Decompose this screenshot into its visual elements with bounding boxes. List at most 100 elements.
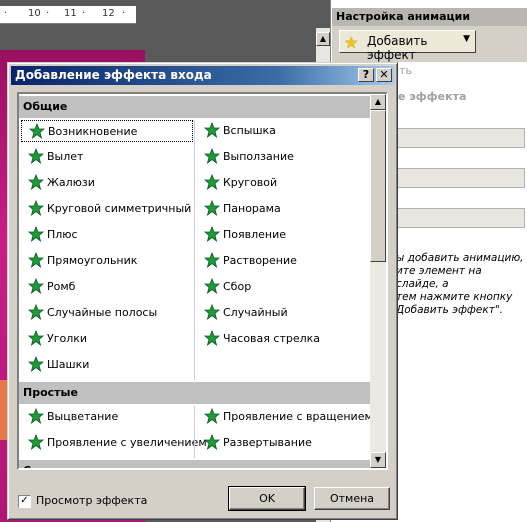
cancel-button[interactable]: Отмена (314, 487, 390, 510)
effect-item[interactable]: Вылет (21, 146, 193, 168)
effect-item-label: Возникновение (48, 125, 138, 138)
effects-list[interactable]: Общие Возникновение Вспышка Вылет Выползание… (17, 92, 388, 470)
chevron-down-icon: ▼ (463, 34, 470, 44)
green-star-icon (27, 303, 45, 321)
task-pane-field (396, 128, 525, 148)
ruler-mark: · (122, 8, 126, 19)
effect-item[interactable]: Плюс (21, 224, 193, 246)
ruler-mark: · (82, 8, 86, 19)
effect-item-label: Вылет (47, 150, 84, 163)
effect-item[interactable]: Проявление с вращением (197, 406, 370, 428)
effect-item[interactable]: Случайный (197, 302, 367, 324)
hint-line: тем нажмите кнопку (396, 291, 513, 303)
column-divider (194, 120, 195, 380)
task-pane-title: Настройка анимации (332, 8, 527, 26)
group-header: Общие (19, 96, 370, 118)
green-star-icon (203, 225, 221, 243)
effect-item-label: Круговой симметричный (47, 202, 192, 215)
ruler-mark: 11 (64, 8, 77, 19)
close-icon[interactable]: ✕ (376, 68, 392, 82)
effect-item[interactable]: Случайные полосы (21, 302, 193, 324)
effect-item-label: Развертывание (223, 436, 312, 449)
effect-item[interactable]: Возникновение (21, 120, 193, 142)
add-entrance-effect-dialog: Добавление эффекта входа ? ✕ Общие Возник… (7, 62, 398, 520)
add-effect-button[interactable]: ★ Добавить эффект ▼ (339, 30, 476, 62)
task-pane-hint: ы добавить анимацию, ите элемент на слай… (396, 252, 526, 317)
effects-list-scrollbar[interactable]: ▲ ▼ (370, 94, 386, 468)
effect-item-label: Прямоугольник (47, 254, 138, 267)
effect-item[interactable]: Круговой (197, 172, 367, 194)
dialog-title: Добавление эффекта входа (15, 68, 212, 82)
scroll-up-icon[interactable]: ▲ (316, 32, 330, 46)
effect-item[interactable]: Прямоугольник (21, 250, 193, 272)
effect-item[interactable]: Выцветание (21, 406, 193, 428)
effect-item-label: Сбор (223, 280, 252, 293)
effect-item[interactable]: Круговой симметричный (21, 198, 193, 220)
ruler-mark: 12 (102, 8, 115, 19)
green-star-icon (27, 277, 45, 295)
help-icon[interactable]: ? (358, 68, 374, 82)
scroll-down-icon[interactable]: ▼ (370, 452, 386, 468)
effect-item-label: Проявление с вращением (223, 410, 370, 423)
effect-item[interactable]: Вспышка (197, 120, 367, 142)
preview-checkbox[interactable]: ✓ (18, 495, 31, 508)
hint-line: ите элемент на слайде, а (396, 265, 482, 290)
ruler-mark: · (46, 8, 50, 19)
ruler-mark: · (4, 8, 8, 19)
green-star-icon (203, 199, 221, 217)
preview-label[interactable]: Просмотр эффекта (36, 494, 147, 507)
effect-item[interactable]: Проявление с увеличением (21, 432, 207, 454)
effects-list-content: Общие Возникновение Вспышка Вылет Выползание… (19, 94, 370, 468)
effect-item[interactable]: Панорама (197, 198, 367, 220)
green-star-icon (203, 147, 221, 165)
effect-item-label: Вспышка (223, 124, 276, 137)
green-star-icon (27, 407, 45, 425)
ruler-mark: 10 (28, 8, 41, 19)
scroll-up-icon[interactable]: ▲ (370, 94, 386, 110)
green-star-icon (27, 355, 45, 373)
effect-item-label: Появление (223, 228, 287, 241)
effect-item[interactable]: Уголки (21, 328, 193, 350)
effect-item-label: Проявление с увеличением (47, 436, 207, 449)
green-star-icon (28, 122, 46, 140)
green-star-icon (27, 147, 45, 165)
group-header: Простые (19, 382, 370, 404)
effect-item[interactable]: Растворение (197, 250, 367, 272)
hint-line: Добавить эффект". (396, 304, 503, 316)
effect-item-label: Случайные полосы (47, 306, 158, 319)
green-star-icon (203, 277, 221, 295)
green-star-icon (27, 199, 45, 217)
green-star-icon (203, 121, 221, 139)
effect-item-label: Растворение (223, 254, 297, 267)
yellow-star-icon: ★ (344, 33, 359, 52)
green-star-icon (27, 433, 45, 451)
green-star-icon (203, 173, 221, 191)
effect-item[interactable]: Ромб (21, 276, 193, 298)
effect-item-label: Круговой (223, 176, 278, 189)
task-pane-field (396, 208, 525, 228)
green-star-icon (203, 433, 221, 451)
green-star-icon (27, 225, 45, 243)
effect-item[interactable]: Жалюзи (21, 172, 193, 194)
effect-item[interactable]: Выползание (197, 146, 367, 168)
effect-item[interactable]: Появление (197, 224, 367, 246)
effect-item-label: Часовая стрелка (223, 332, 321, 345)
dialog-titlebar[interactable]: Добавление эффекта входа (11, 66, 394, 85)
group-header: Средние (19, 460, 370, 468)
green-star-icon (203, 407, 221, 425)
green-star-icon (27, 173, 45, 191)
ok-button[interactable]: OK (228, 486, 306, 511)
column-divider (194, 406, 195, 458)
effect-item-label: Случайный (223, 306, 288, 319)
scroll-thumb[interactable] (370, 110, 386, 262)
effect-item-label: Шашки (47, 358, 90, 371)
green-star-icon (203, 303, 221, 321)
green-star-icon (27, 251, 45, 269)
effect-item[interactable]: Развертывание (197, 432, 367, 454)
green-star-icon (203, 329, 221, 347)
effect-item-label: Жалюзи (47, 176, 95, 189)
effect-item[interactable]: Часовая стрелка (197, 328, 367, 350)
effect-item[interactable]: Сбор (197, 276, 367, 298)
effect-item-label: Плюс (47, 228, 78, 241)
effect-item[interactable]: Шашки (21, 354, 193, 376)
